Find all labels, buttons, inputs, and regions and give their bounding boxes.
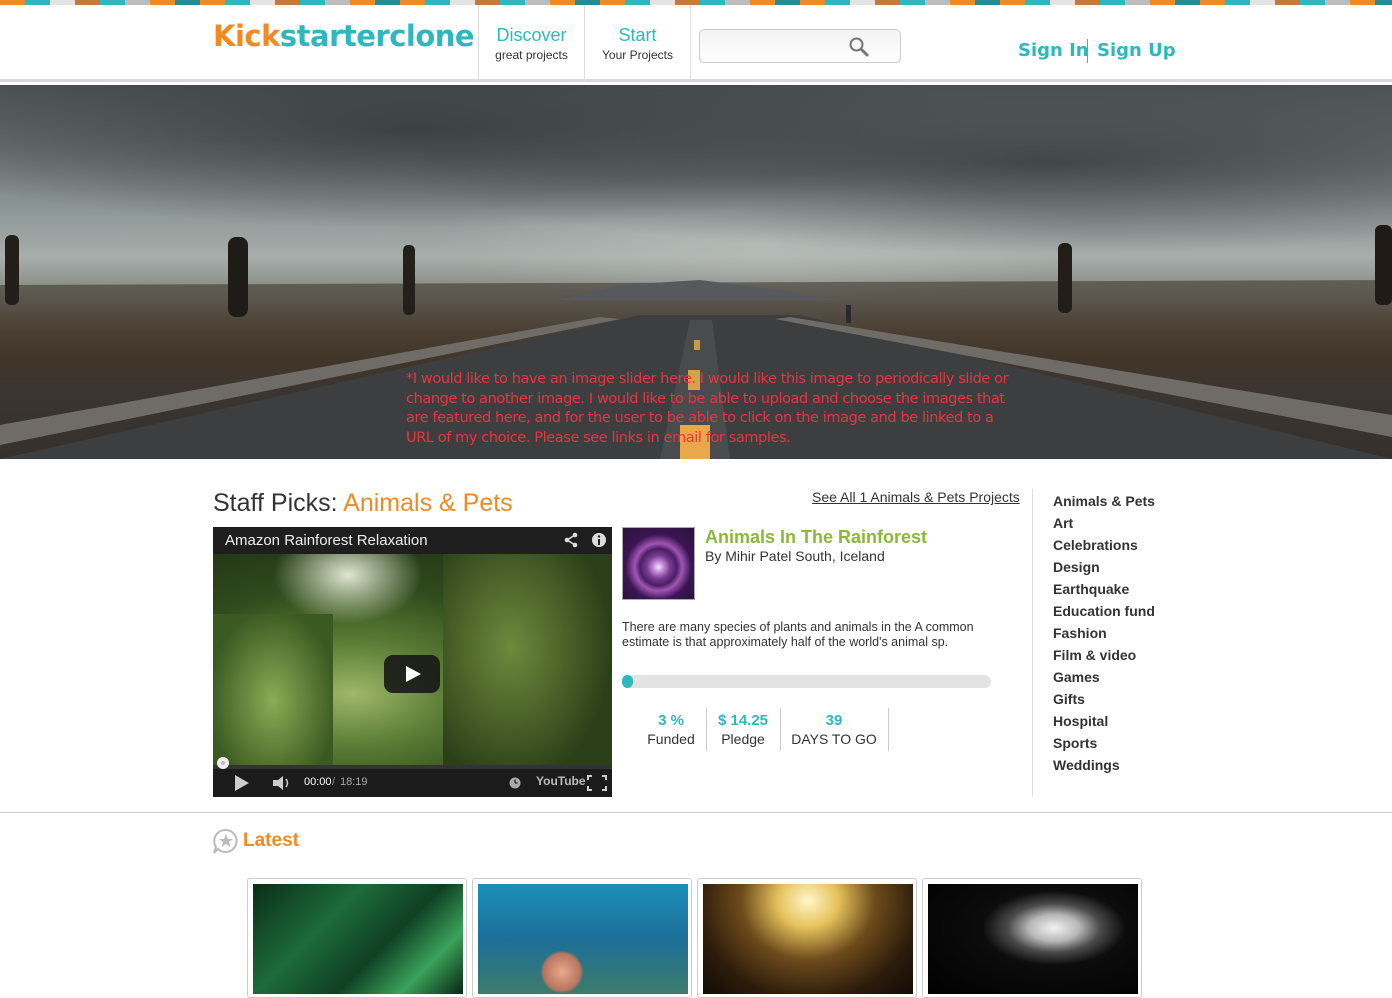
video-title-bar: Amazon Rainforest Relaxation <box>213 527 612 554</box>
volume-icon[interactable] <box>273 775 293 791</box>
project-title[interactable]: Animals In The Rainforest <box>705 527 927 548</box>
latest-project-card[interactable] <box>247 878 467 998</box>
project-description: There are many species of plants and ani… <box>622 620 974 649</box>
latest-project-card[interactable] <box>472 878 692 998</box>
video-frame-foliage <box>443 554 612 787</box>
sign-up-link[interactable]: Sign Up <box>1097 40 1176 61</box>
category-item[interactable]: Celebrations <box>1053 534 1155 556</box>
nav-discover-label: Discover <box>496 25 567 45</box>
search-input[interactable] <box>700 30 840 62</box>
section-divider <box>0 812 1392 813</box>
latest-title: Latest <box>243 830 299 851</box>
sign-in-link[interactable]: Sign In <box>1018 40 1089 61</box>
latest-project-card[interactable] <box>697 878 917 998</box>
logo-starterclone: starterclone <box>279 19 475 53</box>
hero-slider[interactable]: *I would like to have an image slider he… <box>0 85 1392 459</box>
youtube-logo[interactable]: YouTube <box>536 774 586 788</box>
staff-picks-title: Staff Picks: Animals & Pets <box>213 489 513 518</box>
category-item[interactable]: Animals & Pets <box>1053 490 1155 512</box>
category-item[interactable]: Film & video <box>1053 644 1155 666</box>
stat-funded-label: Funded <box>647 731 695 747</box>
category-item[interactable]: Art <box>1053 512 1155 534</box>
stat-divider <box>888 708 889 751</box>
play-icon[interactable] <box>235 775 249 791</box>
category-item[interactable]: Hospital <box>1053 710 1155 732</box>
fullscreen-icon[interactable] <box>587 775 607 791</box>
sidebar-divider <box>1032 489 1033 797</box>
video-time-current: 00:00 <box>304 776 332 788</box>
card-image-circuit <box>253 884 463 994</box>
seek-handle[interactable] <box>216 756 230 770</box>
stat-days-value: 39 <box>825 712 843 729</box>
category-list: Animals & Pets Art Celebrations Design E… <box>1053 490 1155 776</box>
watch-later-icon[interactable] <box>509 777 521 789</box>
project-thumbnail[interactable] <box>622 527 695 600</box>
funding-progress-fill <box>622 675 634 688</box>
staff-picks-category: Animals & Pets <box>343 489 513 517</box>
video-frame-foliage <box>213 614 333 787</box>
category-item[interactable]: Fashion <box>1053 622 1155 644</box>
category-item[interactable]: Education fund <box>1053 600 1155 622</box>
hero-placeholder-note: *I would like to have an image slider he… <box>406 371 1009 446</box>
video-time-separator: / <box>332 776 336 788</box>
card-image-concert <box>703 884 913 994</box>
category-item[interactable]: Design <box>1053 556 1155 578</box>
video-frame <box>213 554 612 787</box>
stat-pledge: $ 14.25 Pledge <box>712 712 774 748</box>
nav-start-sublabel: Your Projects <box>602 48 673 62</box>
search-icon[interactable] <box>848 36 870 58</box>
video-time-total: 18:19 <box>340 776 368 788</box>
see-all-link[interactable]: See All 1 Animals & Pets Projects <box>812 489 1020 505</box>
share-icon[interactable] <box>563 532 579 548</box>
logo-kick: Kick <box>213 19 280 53</box>
nav-discover[interactable]: Discover great projects <box>479 24 584 62</box>
staff-picks-prefix: Staff Picks: <box>213 489 344 517</box>
latest-project-card[interactable] <box>922 878 1142 998</box>
category-item[interactable]: Sports <box>1053 732 1155 754</box>
video-player[interactable]: Amazon Rainforest Relaxation 00:00 / 18:… <box>213 527 612 797</box>
auth-divider <box>1087 39 1088 63</box>
search-box <box>699 29 901 63</box>
nav-start[interactable]: Start Your Projects <box>585 24 690 62</box>
stat-pledge-label: Pledge <box>721 731 765 747</box>
category-item[interactable]: Weddings <box>1053 754 1155 776</box>
project-creator: By Mihir Patel South, Iceland <box>705 548 885 564</box>
funding-progress-bar <box>622 675 991 688</box>
video-title[interactable]: Amazon Rainforest Relaxation <box>225 532 428 549</box>
site-logo[interactable]: Kickstarterclone <box>213 19 475 53</box>
stat-funded: 3 % Funded <box>643 712 699 748</box>
stat-divider <box>780 708 781 751</box>
card-image-ocean <box>478 884 688 994</box>
category-item[interactable]: Earthquake <box>1053 578 1155 600</box>
video-control-bar: 00:00 / 18:19 YouTube <box>213 757 612 797</box>
nav-divider <box>690 5 691 82</box>
stat-funded-value: 3 % <box>658 712 684 729</box>
nav-start-label: Start <box>618 25 657 45</box>
stat-days-label: DAYS TO GO <box>791 731 877 747</box>
stat-pledge-value: $ 14.25 <box>717 712 769 729</box>
stat-divider <box>706 708 707 751</box>
category-item[interactable]: Gifts <box>1053 688 1155 710</box>
star-bubble-icon <box>213 828 238 854</box>
nav-discover-sublabel: great projects <box>495 48 568 62</box>
play-button[interactable] <box>384 655 440 693</box>
card-image-lightbulb <box>928 884 1138 994</box>
info-icon[interactable] <box>591 532 607 548</box>
category-item[interactable]: Games <box>1053 666 1155 688</box>
stat-days-to-go: 39 DAYS TO GO <box>786 712 882 748</box>
site-header: Kickstarterclone Discover great projects… <box>0 5 1392 82</box>
